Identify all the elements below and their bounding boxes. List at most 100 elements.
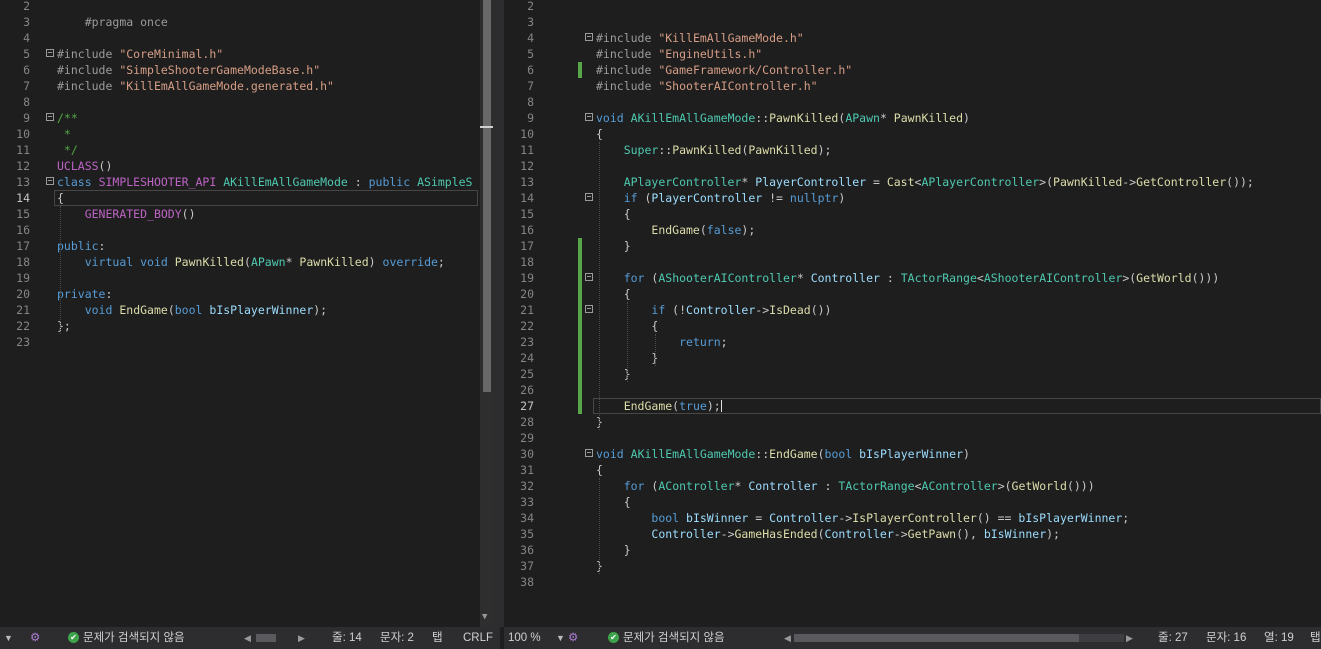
code-line[interactable]: 13 class SIMPLESHOOTER_API AKillEmAllGame…: [0, 174, 480, 190]
code-line[interactable]: 14 if (PlayerController != nullptr) −: [504, 190, 1321, 206]
code-line[interactable]: 17 public:: [0, 238, 480, 254]
collapse-toggle-icon[interactable]: −: [585, 193, 593, 201]
code-line[interactable]: 9 void AKillEmAllGameMode::PawnKilled(APa…: [504, 110, 1321, 126]
code-line[interactable]: 8: [0, 94, 480, 110]
current-line-highlight: [593, 398, 1321, 414]
code-line[interactable]: 18: [504, 254, 1321, 270]
right-hscroll-thumb[interactable]: [794, 634, 1079, 642]
code-line[interactable]: 6 #include "SimpleShooterGameModeBase.h": [0, 62, 480, 78]
code-line[interactable]: 15 {: [504, 206, 1321, 222]
scroll-left-arrow-icon[interactable]: ◀: [784, 627, 791, 649]
code-line[interactable]: 4 #include "KillEmAllGameMode.h" −: [504, 30, 1321, 46]
line-number: 33: [520, 495, 534, 509]
intellicode-icon[interactable]: ⚙: [568, 627, 578, 649]
code-line[interactable]: 5 #include "EngineUtils.h": [504, 46, 1321, 62]
scroll-left-arrow-icon[interactable]: ◀: [244, 627, 251, 649]
code-line[interactable]: 7 #include "KillEmAllGameMode.generated.h…: [0, 78, 480, 94]
code-line[interactable]: 28}: [504, 414, 1321, 430]
code-line[interactable]: 30 void AKillEmAllGameMode::EndGame(bool …: [504, 446, 1321, 462]
collapse-toggle-icon[interactable]: −: [46, 113, 54, 121]
code-line[interactable]: 16 EndGame(false);: [504, 222, 1321, 238]
indent-guide: [627, 302, 628, 382]
code-line[interactable]: 20 private:: [0, 286, 480, 302]
code-line[interactable]: 16: [0, 222, 480, 238]
collapse-toggle-icon[interactable]: −: [585, 113, 593, 121]
editor-splitter[interactable]: [493, 0, 504, 627]
char-indicator[interactable]: 문자: 2: [380, 627, 414, 649]
code-line[interactable]: 5 #include "CoreMinimal.h" −: [0, 46, 480, 62]
issues-indicator[interactable]: ✔ 문제가 검색되지 않음: [68, 627, 185, 649]
code-line[interactable]: 38: [504, 574, 1321, 590]
left-code-editor[interactable]: 23 #pragma once 4 5 #include "CoreMinimal.h…: [0, 0, 480, 627]
code-line[interactable]: 9 /** −: [0, 110, 480, 126]
line-indicator[interactable]: 줄: 27: [1158, 627, 1188, 649]
collapse-toggle-icon[interactable]: −: [46, 177, 54, 185]
code-line[interactable]: 31 {: [504, 462, 1321, 478]
code-text: Super::PawnKilled(PawnKilled);: [623, 143, 832, 157]
code-line[interactable]: 36 }: [504, 542, 1321, 558]
code-line[interactable]: 2: [0, 0, 480, 14]
scroll-down-arrow-icon[interactable]: ▼: [482, 612, 487, 622]
line-number: 8: [527, 95, 534, 109]
code-line[interactable]: 12: [504, 158, 1321, 174]
right-code-editor[interactable]: 2 3 4 #include "KillEmAllGameMode.h" −5 #incl…: [504, 0, 1321, 627]
collapse-toggle-icon[interactable]: −: [585, 305, 593, 313]
left-scroll-thumb[interactable]: [483, 0, 491, 392]
zoom-dropdown-arrow-icon[interactable]: ▼: [4, 627, 13, 649]
issues-indicator[interactable]: ✔ 문제가 검색되지 않음: [608, 627, 725, 649]
code-line[interactable]: 15 GENERATED_BODY(): [0, 206, 480, 222]
zoom-level[interactable]: 100 %: [508, 627, 541, 649]
col-indicator[interactable]: 열: 19: [1264, 627, 1294, 649]
collapse-toggle-icon[interactable]: −: [585, 449, 593, 457]
line-indicator[interactable]: 줄: 14: [332, 627, 362, 649]
code-line[interactable]: 22};: [0, 318, 480, 334]
code-line[interactable]: 6 #include "GameFramework/Controller.h": [504, 62, 1321, 78]
left-vertical-scrollbar[interactable]: ▼: [480, 0, 493, 627]
code-line[interactable]: 33 {: [504, 494, 1321, 510]
code-line[interactable]: 19 for (AShooterAIController* Controller…: [504, 270, 1321, 286]
code-text: APlayerController* PlayerController = Ca…: [623, 175, 1254, 189]
code-line[interactable]: 21 void EndGame(bool bIsPlayerWinner);: [0, 302, 480, 318]
code-line[interactable]: 10 {: [504, 126, 1321, 142]
code-text: }: [596, 367, 631, 381]
code-line[interactable]: 12 UCLASS(): [0, 158, 480, 174]
code-line[interactable]: 3: [504, 14, 1321, 30]
code-line[interactable]: 17 }: [504, 238, 1321, 254]
code-line[interactable]: 8: [504, 94, 1321, 110]
line-number: 24: [520, 351, 534, 365]
code-line[interactable]: 13 APlayerController* PlayerController =…: [504, 174, 1321, 190]
code-line[interactable]: 37}: [504, 558, 1321, 574]
code-line[interactable]: 18 virtual void PawnKilled(APawn* PawnKi…: [0, 254, 480, 270]
collapse-toggle-icon[interactable]: −: [585, 33, 593, 41]
left-hscroll-thumb[interactable]: [256, 634, 276, 642]
scroll-right-arrow-icon[interactable]: ▶: [1126, 627, 1133, 649]
collapse-toggle-icon[interactable]: −: [585, 273, 593, 281]
code-line[interactable]: 29: [504, 430, 1321, 446]
code-line[interactable]: 35 Controller->GameHasEnded(Controller->…: [504, 526, 1321, 542]
code-line[interactable]: 3 #pragma once: [0, 14, 480, 30]
code-line[interactable]: 11 */: [0, 142, 480, 158]
char-indicator[interactable]: 문자: 16: [1206, 627, 1246, 649]
code-line[interactable]: 32 for (AController* Controller : TActor…: [504, 478, 1321, 494]
code-line[interactable]: 4: [0, 30, 480, 46]
line-number: 4: [527, 31, 534, 45]
code-line[interactable]: 20 {: [504, 286, 1321, 302]
code-line[interactable]: 11 Super::PawnKilled(PawnKilled);: [504, 142, 1321, 158]
code-line[interactable]: 26: [504, 382, 1321, 398]
code-line[interactable]: 19: [0, 270, 480, 286]
code-line[interactable]: 23: [0, 334, 480, 350]
intellicode-icon[interactable]: ⚙: [30, 627, 40, 649]
code-line[interactable]: 34 bool bIsWinner = Controller->IsPlayer…: [504, 510, 1321, 526]
left-horizontal-scrollbar[interactable]: [256, 634, 276, 642]
code-line[interactable]: 7 #include "ShooterAIController.h": [504, 78, 1321, 94]
code-line[interactable]: 2: [504, 0, 1321, 14]
eol-indicator[interactable]: CRLF: [463, 627, 493, 649]
tab-indicator[interactable]: 탭: [1310, 627, 1321, 649]
tab-indicator[interactable]: 탭: [432, 627, 443, 649]
zoom-dropdown-arrow-icon[interactable]: ▼: [556, 627, 565, 649]
right-horizontal-scrollbar[interactable]: [794, 634, 1124, 642]
scroll-right-arrow-icon[interactable]: ▶: [298, 627, 305, 649]
code-text: bool bIsWinner = Controller->IsPlayerCon…: [651, 511, 1130, 525]
collapse-toggle-icon[interactable]: −: [46, 49, 54, 57]
code-line[interactable]: 10 *: [0, 126, 480, 142]
